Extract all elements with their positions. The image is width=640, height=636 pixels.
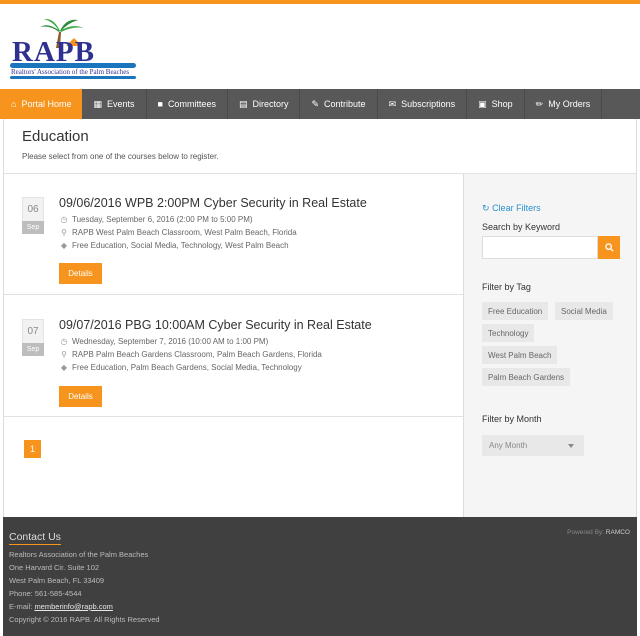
powered-by-brand[interactable]: RAMCO <box>606 529 630 536</box>
footer-phone: Phone: 561-585-4544 <box>9 589 82 598</box>
date-badge: 07 Sep <box>22 319 44 356</box>
month-select[interactable]: Any Month <box>482 435 584 456</box>
powered-by: Powered By: RAMCO <box>567 529 630 536</box>
search-box <box>482 236 620 259</box>
tags-icon: ◆ <box>60 363 68 372</box>
nav-item-label: My Orders <box>548 99 591 109</box>
footer: Contact Us Realtors Association of the P… <box>3 517 637 636</box>
cart-icon: ▣ <box>478 98 487 109</box>
search-icon <box>604 243 614 252</box>
map-marker-icon: ⚲ <box>61 228 67 237</box>
footer-address-2: West Palm Beach, FL 33409 <box>9 576 105 585</box>
event-location: ⚲ RAPB Palm Beach Gardens Classroom, Pal… <box>59 350 322 359</box>
month-filter-label: Filter by Month <box>482 414 542 424</box>
event-datetime: ◷ Wednesday, September 7, 2016 (10:00 AM… <box>59 337 269 346</box>
caret-down-icon <box>568 444 574 448</box>
nav-item-label: Portal Home <box>21 99 72 109</box>
envelope-icon: ✉ <box>388 98 397 109</box>
pin-icon: ✏ <box>535 98 544 109</box>
tag-filter-palm-beach-gardens[interactable]: Palm Beach Gardens <box>482 368 571 386</box>
event-tags-text: Free Education, Social Media, Technology… <box>72 241 289 250</box>
event-title[interactable]: 09/06/2016 WPB 2:00PM Cyber Security in … <box>59 196 367 210</box>
footer-org: Realtors Association of the Palm Beaches <box>9 550 149 559</box>
event-item: 07 Sep 09/07/2016 PBG 10:00AM Cyber Secu… <box>4 296 463 417</box>
nav-item-shop[interactable]: ▣ Shop <box>467 89 525 119</box>
footer-email: E-mail: memberinfo@rapb.com <box>9 602 113 611</box>
event-tags: ◆ Free Education, Palm Beach Gardens, So… <box>59 363 302 372</box>
event-tags-text: Free Education, Palm Beach Gardens, Soci… <box>72 363 302 372</box>
event-title[interactable]: 09/07/2016 PBG 10:00AM Cyber Security in… <box>59 318 372 332</box>
search-input[interactable] <box>482 236 598 259</box>
event-location-text: RAPB West Palm Beach Classroom, West Pal… <box>72 228 297 237</box>
comments-icon: ■ <box>157 99 163 109</box>
event-datetime-text: Wednesday, September 7, 2016 (10:00 AM t… <box>72 337 269 346</box>
page-title: Education <box>22 128 89 145</box>
nav-item-label: Events <box>106 99 135 109</box>
tag-filter-technology[interactable]: Technology <box>482 324 535 342</box>
date-month: Sep <box>22 221 44 234</box>
page-content: Education Please select from one of the … <box>3 119 637 517</box>
event-item: 06 Sep 09/06/2016 WPB 2:00PM Cyber Secur… <box>4 174 463 295</box>
date-badge: 06 Sep <box>22 197 44 234</box>
tag-filter-social-media[interactable]: Social Media <box>555 302 613 320</box>
nav-item-label: Shop <box>491 99 513 109</box>
footer-email-label: E-mail: <box>9 602 33 611</box>
nav-item-subscriptions[interactable]: ✉ Subscriptions <box>378 89 468 119</box>
powered-by-label: Powered By: <box>567 529 604 536</box>
tag-filter-west-palm-beach[interactable]: West Palm Beach <box>482 346 558 364</box>
top-accent-bar <box>0 0 640 4</box>
clear-filters-link[interactable]: ↻ Clear Filters <box>482 203 541 214</box>
footer-address-1: One Harvard Cir. Suite 102 <box>9 563 100 572</box>
event-datetime-text: Tuesday, September 6, 2016 (2:00 PM to 5… <box>72 215 253 224</box>
tag-filter-free-education[interactable]: Free Education <box>482 302 549 320</box>
edit-icon: ✎ <box>311 98 320 109</box>
tag-filter-label: Filter by Tag <box>482 282 531 292</box>
month-select-value: Any Month <box>489 441 528 450</box>
clock-icon: ◷ <box>60 337 68 346</box>
home-icon: ⌂ <box>11 99 17 109</box>
footer-title: Contact Us <box>9 531 61 545</box>
nav-item-my-orders[interactable]: ✏ My Orders <box>525 89 603 119</box>
refresh-icon: ↻ <box>482 203 490 213</box>
logo[interactable]: RAPB Realtors' Association of the Palm B… <box>10 18 140 80</box>
details-button[interactable]: Details <box>59 263 102 284</box>
map-marker-icon: ⚲ <box>61 350 67 359</box>
logo-tagline: Realtors' Association of the Palm Beache… <box>11 68 130 76</box>
date-day: 07 <box>22 319 44 343</box>
tags-icon: ◆ <box>60 241 68 250</box>
clock-icon: ◷ <box>60 215 68 224</box>
main-nav: ⌂ Portal Home ▦ Events ■ Committees ▤ Di… <box>0 89 640 119</box>
pagination-page[interactable]: 1 <box>24 440 41 458</box>
event-datetime: ◷ Tuesday, September 6, 2016 (2:00 PM to… <box>59 215 253 224</box>
event-location: ⚲ RAPB West Palm Beach Classroom, West P… <box>59 228 297 237</box>
search-button[interactable] <box>598 236 620 259</box>
nav-item-portal-home[interactable]: ⌂ Portal Home <box>0 89 83 119</box>
nav-item-label: Contribute <box>324 99 366 109</box>
nav-item-directory[interactable]: ▤ Directory <box>228 89 301 119</box>
footer-email-link[interactable]: memberinfo@rapb.com <box>34 602 112 611</box>
nav-item-committees[interactable]: ■ Committees <box>147 89 228 119</box>
footer-copyright: Copyright © 2016 RAPB. All Rights Reserv… <box>9 615 160 624</box>
nav-item-label: Committees <box>167 99 216 109</box>
event-location-text: RAPB Palm Beach Gardens Classroom, Palm … <box>72 350 322 359</box>
directory-icon: ▤ <box>238 98 248 109</box>
date-day: 06 <box>22 197 44 221</box>
search-label: Search by Keyword <box>482 222 561 232</box>
filter-sidebar: ↻ Clear Filters Search by Keyword Filter… <box>463 174 636 517</box>
nav-item-label: Directory <box>252 99 289 109</box>
page-subtitle: Please select from one of the courses be… <box>22 152 219 161</box>
date-month: Sep <box>22 343 44 356</box>
details-button[interactable]: Details <box>59 386 102 407</box>
clear-filters-label: Clear Filters <box>492 203 541 213</box>
logo-wave <box>10 76 136 79</box>
nav-item-contribute[interactable]: ✎ Contribute <box>300 89 378 119</box>
nav-item-label: Subscriptions <box>401 99 456 109</box>
calendar-icon: ▦ <box>93 98 102 109</box>
nav-item-events[interactable]: ▦ Events <box>82 89 147 119</box>
event-tags: ◆ Free Education, Social Media, Technolo… <box>59 241 289 250</box>
